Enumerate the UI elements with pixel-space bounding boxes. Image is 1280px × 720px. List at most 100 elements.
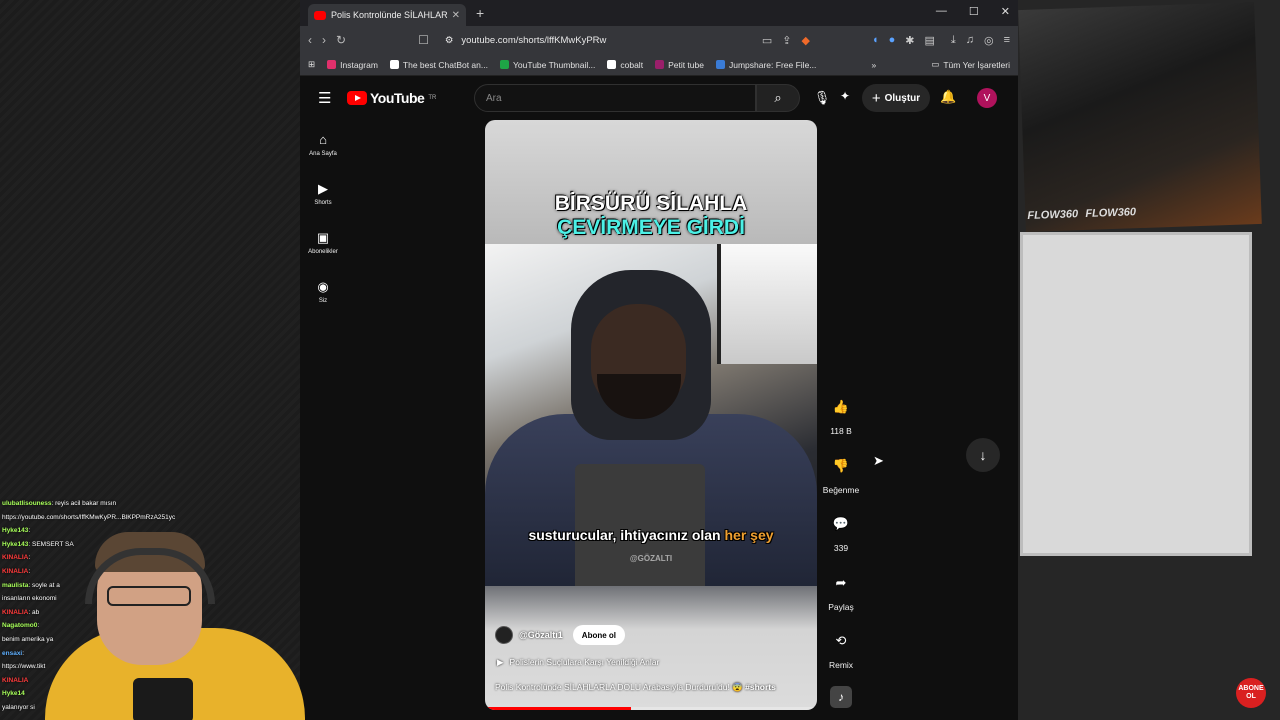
share-arrow-icon: ➦ (835, 574, 847, 590)
search-input[interactable]: Ara (474, 84, 756, 112)
maximize-icon[interactable]: ☐ (969, 5, 979, 18)
chat-message: benim amerika ya (0, 633, 300, 647)
video-caption[interactable]: Polis Kontrolünde SİLAHLARLA DOLU Arabas… (495, 682, 776, 693)
browser-tab[interactable]: Polis Kontrolünde SİLAHLARLA D ✕ (308, 4, 466, 26)
close-window-icon[interactable]: ✕ (1001, 5, 1010, 18)
share-button[interactable]: ➦ (824, 566, 858, 600)
bookmark-favicon-icon (389, 60, 399, 69)
notifications-icon[interactable]: 🔔 (940, 89, 956, 105)
dislike-button[interactable]: 👎 (824, 449, 858, 483)
title-bar: Polis Kontrolünde SİLAHLARLA D ✕ + — ☐ ✕ (300, 0, 1018, 26)
bookmark-item[interactable]: YouTube Thumbnail... (499, 60, 595, 70)
chat-username: maulista (2, 581, 29, 589)
sidepanel-icon[interactable]: ▤ (924, 34, 934, 47)
media-icon[interactable]: ♫ (966, 34, 974, 47)
close-tab-icon[interactable]: ✕ (452, 10, 460, 21)
share-icon[interactable]: ⇪ (782, 34, 791, 47)
you-icon: ◉ (317, 278, 329, 294)
video-progress-bar[interactable] (485, 707, 817, 710)
chat-message: https://www.tikt (0, 660, 300, 674)
channel-avatar[interactable] (495, 626, 513, 644)
poster-tag: FLOW360 (1027, 208, 1079, 222)
caption-text: Polis Kontrolünde SİLAHLARLA DOLU Arabas… (495, 682, 743, 692)
shield-icon[interactable]: ◆ (801, 34, 809, 47)
sidebar-item-label: Shorts (314, 199, 332, 206)
short-video-player[interactable]: BİRSÜRÜ SİLAHLA ÇEVİRMEYE GİRDİ susturuc… (485, 120, 817, 710)
logo-text: YouTube (370, 90, 425, 106)
bookmark-item[interactable]: The best ChatBot an... (389, 60, 488, 70)
sidebar-item-shorts[interactable]: ▶ Shorts (300, 169, 346, 218)
remix-button[interactable]: ⟲ (824, 624, 858, 658)
remix-label: Remix (828, 660, 854, 671)
url-field[interactable]: ⚙ youtube.com/shorts/lffKMwKyPRw (438, 29, 752, 51)
bookmark-item[interactable]: Instagram (327, 60, 378, 70)
bookmark-item[interactable]: Jumpshare: Free File... (715, 60, 816, 70)
menu-icon[interactable]: ≡ (1004, 34, 1010, 47)
address-bar: ‹ › ↻ ☐ ⚙ youtube.com/shorts/lffKMwKyPRw… (300, 26, 1018, 54)
chat-message: insanların ekonomi (0, 592, 300, 606)
chat-username: ensaxi (2, 649, 23, 657)
voice-search-icon[interactable]: 🎙 (812, 84, 832, 112)
youtube-favicon-icon (314, 10, 326, 20)
like-button[interactable]: 👍 (824, 390, 858, 424)
extensions-icon[interactable]: ✱ (905, 34, 914, 47)
reload-icon[interactable]: ↻ (336, 33, 346, 47)
extension-blue-icon[interactable]: ● (889, 34, 896, 47)
new-tab-icon[interactable]: + (476, 5, 484, 21)
sidebar-item-siz[interactable]: ◉ Siz (300, 267, 346, 316)
all-bookmarks[interactable]: ▭ Tüm Yer İşaretleri (931, 59, 1010, 70)
download-icon[interactable]: ⤓ (951, 34, 956, 47)
forward-icon[interactable]: › (322, 33, 326, 47)
chat-message: https://youtube.com/shorts/lffKMwKyPR...… (0, 511, 300, 525)
chat-message: Nagatomo0: (0, 619, 300, 633)
hamburger-menu-icon[interactable]: ☰ (318, 89, 331, 107)
caption-hashtag[interactable]: #shorts (745, 682, 776, 692)
avatar[interactable]: V (977, 88, 997, 108)
chat-text: https://www.tikt (2, 663, 46, 671)
playlist-title: Polislerin Suçlulara Karşı Yenildiği Anl… (509, 657, 660, 667)
create-label: Oluştur (884, 92, 921, 104)
chat-message: KINALIA (0, 674, 300, 688)
apps-icon[interactable]: ⊞ (308, 59, 315, 70)
subscribe-button[interactable]: Abone ol (572, 625, 626, 645)
video-headline: BİRSÜRÜ SİLAHLA ÇEVİRMEYE GİRDİ (485, 192, 817, 240)
chat-message: maulista: soyle at a (0, 579, 300, 593)
channel-row: @Gözaltı1 Abone ol (495, 625, 626, 645)
bookmark-icon[interactable]: ☐ (418, 33, 429, 47)
chat-text: : (28, 527, 31, 535)
bookmark-item[interactable]: Petit tube (655, 60, 704, 70)
sidebar-item-label: Abonelikler (308, 248, 338, 255)
chat-username: KINALIA (2, 608, 29, 616)
search-button[interactable]: ⌕ (756, 84, 800, 112)
chat-message: ulubatlisouness: reyis acil bakar mısın (0, 497, 300, 511)
chat-username: ulubatlisouness (2, 500, 52, 507)
next-short-button[interactable]: ↓ (966, 438, 1000, 472)
comments-button[interactable]: 💬 (824, 507, 858, 541)
screenshot-icon[interactable]: ▭ (762, 34, 772, 47)
comments-count: 339 (833, 543, 849, 554)
subtitle-highlight: her şey (724, 527, 774, 543)
vpn-icon[interactable]: ◎ (984, 34, 994, 47)
back-icon[interactable]: ‹ (308, 33, 312, 47)
headline-line-2: ÇEVİRMEYE GİRDİ (557, 216, 745, 239)
minimize-icon[interactable]: — (936, 5, 947, 18)
sound-thumbnail[interactable]: ♪ (830, 686, 852, 708)
channel-name[interactable]: @Gözaltı1 (519, 630, 563, 640)
playlist-play-icon: ▶ (497, 657, 504, 667)
create-button[interactable]: + Oluştur (862, 84, 930, 112)
search-icon: ⌕ (774, 90, 782, 105)
sidebar-item-ana-sayfa[interactable]: ⌂ Ana Sayfa (300, 120, 346, 169)
sidebar-item-abonelikler[interactable]: ▣ Abonelikler (300, 218, 346, 267)
home-icon: ⌂ (319, 131, 327, 147)
playlist-link[interactable]: ▶ Polislerin Suçlulara Karşı Yenildiği A… (497, 657, 659, 668)
site-info-icon[interactable]: ⚙ (445, 35, 454, 46)
bookmarks-overflow-icon[interactable]: » (871, 60, 876, 70)
subtitle-main: susturucular, ihtiyacınız olan (528, 527, 721, 543)
bookmark-item[interactable]: cobalt (607, 60, 643, 70)
short-actions: 👍 118 B 👎 Beğenme 💬 339 ➦ Paylaş ⟲ Remix (816, 390, 866, 683)
gemini-icon[interactable]: ✦ (840, 89, 850, 103)
chat-username: Hyke143 (2, 540, 29, 548)
audio-icon[interactable]: ◖ (872, 34, 879, 47)
headline-line-1: BİRSÜRÜ SİLAHLA (554, 192, 748, 215)
youtube-logo[interactable]: YouTube TR (347, 90, 436, 106)
